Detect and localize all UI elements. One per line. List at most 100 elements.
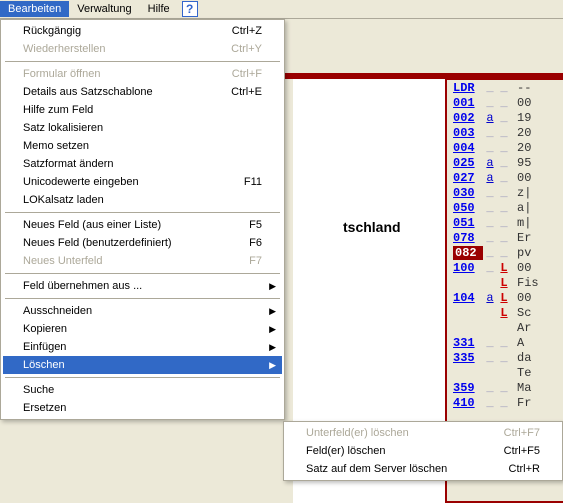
- field-row[interactable]: 082__pv: [447, 245, 563, 260]
- field-tag: 082: [453, 246, 483, 260]
- field-indicator-2: _: [497, 396, 511, 410]
- field-indicator-1: a: [483, 111, 497, 125]
- field-value: 20: [517, 126, 531, 140]
- field-tag: 027: [453, 171, 483, 185]
- field-row[interactable]: 051__m|: [447, 215, 563, 230]
- field-row[interactable]: 001__00: [447, 95, 563, 110]
- menu-item-shortcut: F6: [249, 237, 262, 249]
- menu-item-label: Unicodewerte eingeben: [23, 176, 224, 188]
- menu-item-label: Ersetzen: [23, 402, 262, 414]
- field-row[interactable]: Ar: [447, 320, 563, 335]
- menu-item[interactable]: Einfügen▶: [3, 338, 282, 356]
- menubar-item-hilfe[interactable]: Hilfe: [140, 1, 178, 17]
- field-row[interactable]: 025a_95: [447, 155, 563, 170]
- field-indicator-1: _: [483, 396, 497, 410]
- field-row[interactable]: 410__Fr: [447, 395, 563, 410]
- field-value: 00: [517, 291, 531, 305]
- menu-item: Wiederherstellen Ctrl+Y: [3, 40, 282, 58]
- field-tag: 051: [453, 216, 483, 230]
- field-indicator-1: _: [483, 261, 497, 275]
- menu-item-label: Hilfe zum Feld: [23, 104, 262, 116]
- field-row[interactable]: 335__da: [447, 350, 563, 365]
- field-row[interactable]: 004__20: [447, 140, 563, 155]
- menu-item-label: Feld übernehmen aus ...: [23, 280, 262, 292]
- submenu-item-label: Satz auf dem Server löschen: [306, 463, 489, 475]
- field-row[interactable]: 104aL00: [447, 290, 563, 305]
- field-row[interactable]: 050__a|: [447, 200, 563, 215]
- menu-separator: [5, 212, 280, 213]
- field-indicator-2: L: [497, 291, 511, 305]
- field-row[interactable]: 030__z|: [447, 185, 563, 200]
- help-icon[interactable]: ?: [182, 1, 198, 17]
- field-indicator-1: _: [483, 246, 497, 260]
- field-indicator-2: _: [497, 216, 511, 230]
- field-indicator-1: _: [483, 381, 497, 395]
- menu-item-label: Einfügen: [23, 341, 262, 353]
- menu-item[interactable]: Details aus SatzschabloneCtrl+E: [3, 83, 282, 101]
- field-indicator-2: _: [497, 186, 511, 200]
- field-indicator-1: _: [483, 201, 497, 215]
- field-row[interactable]: 003__20: [447, 125, 563, 140]
- field-row[interactable]: 100_L00: [447, 260, 563, 275]
- menu-item[interactable]: Hilfe zum Feld: [3, 101, 282, 119]
- field-indicator-1: _: [483, 81, 497, 95]
- field-row[interactable]: 078__Er: [447, 230, 563, 245]
- menu-item[interactable]: Neues Feld (benutzerdefiniert) F6: [3, 234, 282, 252]
- submenu-item-shortcut: Ctrl+R: [509, 463, 540, 475]
- menu-item-label: Suche: [23, 384, 262, 396]
- field-row[interactable]: 027a_00: [447, 170, 563, 185]
- field-row[interactable]: 331__A: [447, 335, 563, 350]
- field-value: m|: [517, 216, 531, 230]
- field-row[interactable]: LDR__--: [447, 80, 563, 95]
- menu-item[interactable]: Unicodewerte eingebenF11: [3, 173, 282, 191]
- menu-item[interactable]: RückgängigCtrl+Z: [3, 22, 282, 40]
- field-indicator-2: _: [497, 231, 511, 245]
- menubar-item-verwaltung[interactable]: Verwaltung: [69, 1, 139, 17]
- field-tag: 410: [453, 396, 483, 410]
- menu-item-label: Satzformat ändern: [23, 158, 262, 170]
- field-indicator-2: L: [497, 261, 511, 275]
- menu-item: Formular öffnenCtrl+F: [3, 65, 282, 83]
- field-row[interactable]: 359__Ma: [447, 380, 563, 395]
- field-row[interactable]: LSc: [447, 305, 563, 320]
- field-value: 19: [517, 111, 531, 125]
- menu-item[interactable]: Neues Feld (aus einer Liste) F5: [3, 216, 282, 234]
- menu-item[interactable]: Satzformat ändern: [3, 155, 282, 173]
- menu-item-label: Neues Feld (aus einer Liste): [23, 219, 229, 231]
- field-tag: 050: [453, 201, 483, 215]
- menu-item-label: Wiederherstellen: [23, 43, 211, 55]
- menu-item[interactable]: Kopieren▶: [3, 320, 282, 338]
- menu-item[interactable]: Ersetzen: [3, 399, 282, 417]
- field-value: Ma: [517, 381, 531, 395]
- menu-item[interactable]: Feld übernehmen aus ...▶: [3, 277, 282, 295]
- menu-item-label: Ausschneiden: [23, 305, 262, 317]
- field-indicator-2: _: [497, 381, 511, 395]
- field-indicator-1: _: [483, 96, 497, 110]
- field-row[interactable]: LFis: [447, 275, 563, 290]
- field-tag: 002: [453, 111, 483, 125]
- menu-item[interactable]: Löschen▶: [3, 356, 282, 374]
- field-indicator-1: _: [483, 336, 497, 350]
- menu-item[interactable]: Memo setzen: [3, 137, 282, 155]
- menu-item-shortcut: F5: [249, 219, 262, 231]
- menu-item-shortcut: Ctrl+Y: [231, 43, 262, 55]
- submenu-arrow-icon: ▶: [269, 306, 276, 317]
- menu-item[interactable]: Suche: [3, 381, 282, 399]
- menu-item-shortcut: Ctrl+E: [231, 86, 262, 98]
- submenu-item[interactable]: Satz auf dem Server löschen Ctrl+R: [286, 460, 560, 478]
- menu-item[interactable]: Ausschneiden ▶: [3, 302, 282, 320]
- field-tag: 100: [453, 261, 483, 275]
- field-tag: 104: [453, 291, 483, 305]
- field-row[interactable]: Te: [447, 365, 563, 380]
- menubar-item-bearbeiten[interactable]: Bearbeiten: [0, 1, 69, 17]
- menu-item-label: Neues Feld (benutzerdefiniert): [23, 237, 229, 249]
- content-text: tschland: [343, 219, 401, 235]
- field-value: 95: [517, 156, 531, 170]
- submenu-arrow-icon: ▶: [269, 360, 276, 371]
- menu-item[interactable]: Satz lokalisieren: [3, 119, 282, 137]
- submenu-item: Unterfeld(er) löschenCtrl+F7: [286, 424, 560, 442]
- submenu-item[interactable]: Feld(er) löschenCtrl+F5: [286, 442, 560, 460]
- menu-item[interactable]: LOKalsatz laden: [3, 191, 282, 209]
- field-row[interactable]: 002a_19: [447, 110, 563, 125]
- field-tag: 030: [453, 186, 483, 200]
